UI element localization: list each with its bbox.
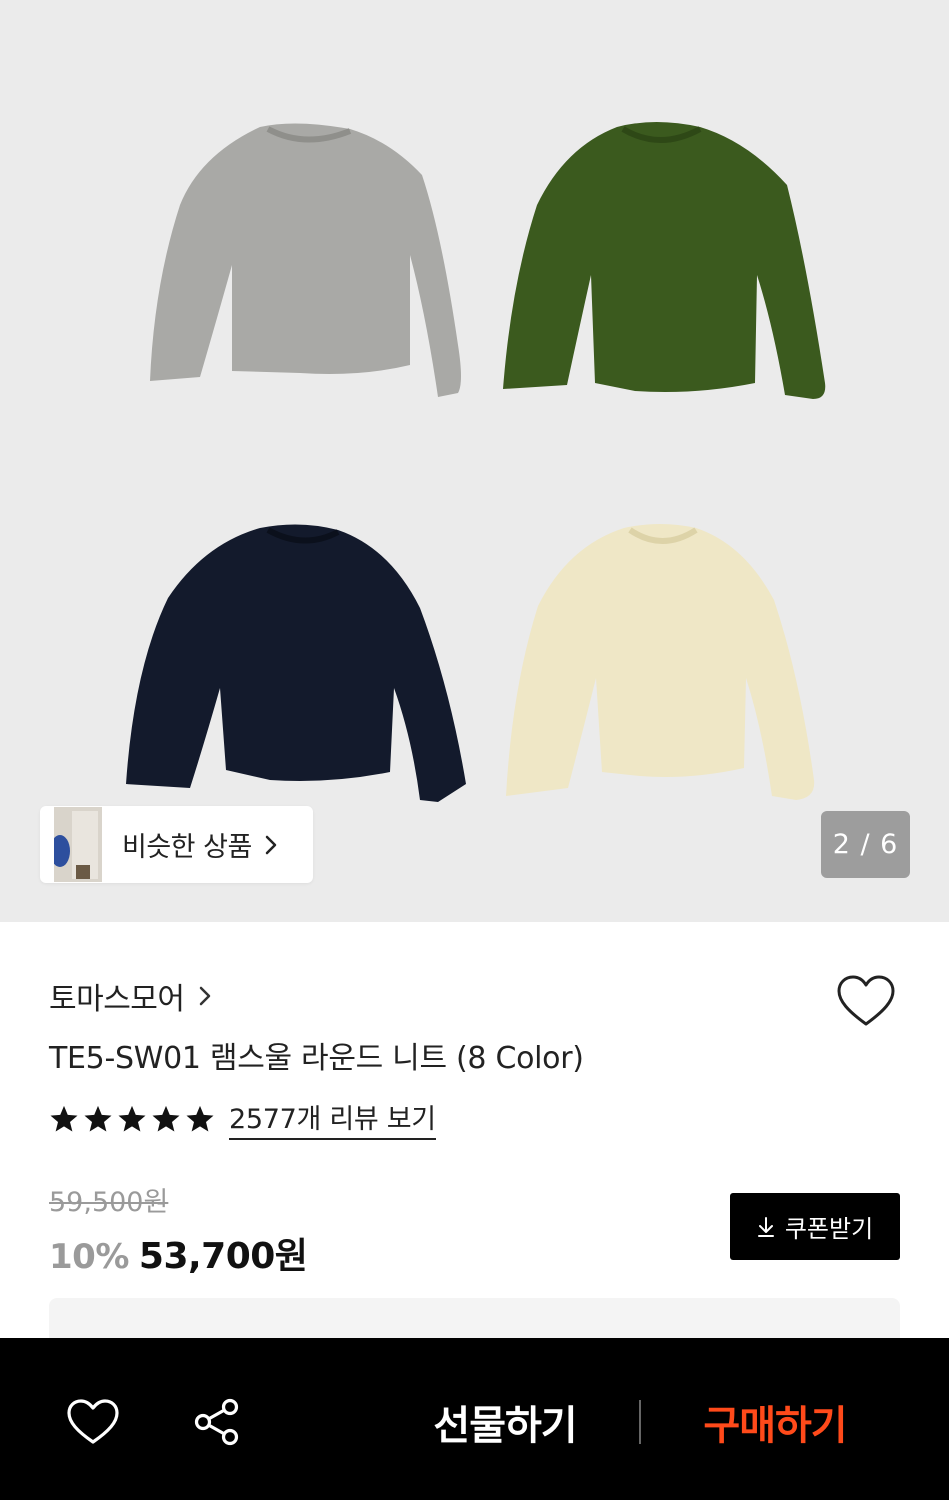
discount-rate: 10% bbox=[49, 1237, 129, 1277]
product-image-cream-sweater bbox=[506, 524, 815, 800]
similar-product-thumbnail bbox=[54, 807, 102, 882]
price-row: 10% 53,700원 bbox=[49, 1227, 308, 1279]
similar-products-button[interactable]: 비슷한 상품 bbox=[40, 806, 313, 883]
bottom-bar-divider bbox=[639, 1400, 641, 1444]
brand-link[interactable]: 토마스모어 bbox=[49, 974, 211, 1018]
star-icon bbox=[118, 1105, 146, 1131]
original-price: 59,500원 bbox=[49, 1187, 169, 1218]
product-title: TE5-SW01 램스울 라운드 니트 (8 Color) bbox=[49, 1041, 584, 1076]
download-icon bbox=[757, 1216, 774, 1237]
star-icon bbox=[152, 1105, 180, 1131]
coupon-download-button[interactable]: 쿠폰받기 bbox=[730, 1193, 900, 1260]
product-image-grey-sweater bbox=[150, 123, 461, 397]
star-icon bbox=[186, 1105, 214, 1131]
wishlist-heart-icon[interactable] bbox=[836, 974, 896, 1030]
similar-products-label: 비슷한 상품 bbox=[122, 832, 252, 863]
review-link[interactable]: 2577개 리뷰 보기 bbox=[229, 1097, 436, 1140]
rating-row: 2577개 리뷰 보기 bbox=[49, 1097, 436, 1140]
product-image-gallery[interactable]: 비슷한 상품 2 / 6 bbox=[0, 0, 949, 922]
share-icon[interactable] bbox=[192, 1397, 242, 1447]
gift-button[interactable]: 선물하기 bbox=[400, 1392, 610, 1452]
rating-stars bbox=[49, 1104, 215, 1134]
brand-name: 토마스모어 bbox=[49, 982, 185, 1017]
product-image-navy-sweater bbox=[126, 524, 466, 802]
chevron-right-icon bbox=[265, 835, 277, 854]
sale-price: 53,700원 bbox=[138, 1236, 308, 1277]
chevron-right-icon bbox=[199, 986, 210, 1006]
image-page-counter: 2 / 6 bbox=[821, 811, 910, 878]
product-image-green-sweater bbox=[503, 122, 826, 399]
buy-button[interactable]: 구매하기 bbox=[670, 1392, 880, 1452]
star-icon bbox=[50, 1105, 78, 1131]
coupon-label: 쿠폰받기 bbox=[784, 1215, 874, 1243]
star-icon bbox=[84, 1105, 112, 1131]
like-heart-icon[interactable] bbox=[66, 1398, 120, 1446]
